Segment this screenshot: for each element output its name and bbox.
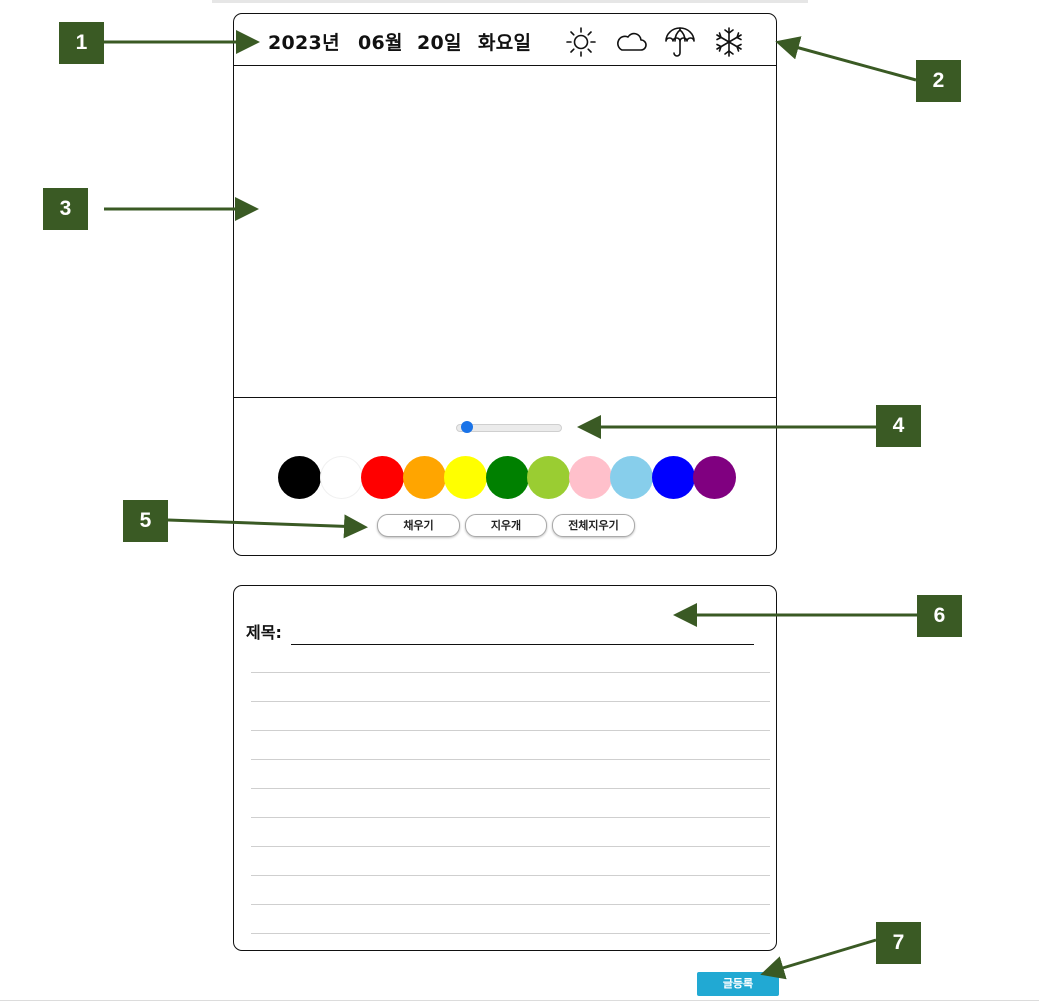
sun-icon[interactable] [564,25,598,59]
snowflake-icon[interactable] [712,25,746,59]
color-swatch[interactable] [651,456,695,499]
title-input[interactable] [291,624,754,645]
date-weather-header: 2023년 06월 20일 화요일 [234,14,776,66]
page-bottom-divider [0,1000,1039,1001]
color-swatch[interactable] [568,456,612,499]
callout-badge-3: 3 [43,188,88,230]
drawing-panel: 2023년 06월 20일 화요일 채우기 지우개 전체지우기 [233,13,777,556]
date-month: 06월 [358,32,403,54]
callout-badge-2: 2 [916,60,961,102]
drawing-canvas[interactable] [234,66,776,398]
callout-badge-5: 5 [123,500,168,542]
umbrella-icon[interactable] [663,25,697,59]
color-swatch[interactable] [527,456,570,499]
callout-badge-6: 6 [917,595,962,637]
color-swatch[interactable] [444,456,487,499]
color-swatch[interactable] [485,456,529,499]
fill-button[interactable]: 채우기 [377,514,460,537]
arrow-2 [775,36,917,82]
color-swatch[interactable] [361,456,404,499]
color-swatch[interactable] [278,456,321,499]
color-swatch[interactable] [402,456,446,499]
arrow-7 [760,938,877,980]
submit-post-button[interactable]: 글등록 [697,972,779,996]
date-year: 2023년 [268,32,340,54]
color-swatch[interactable] [319,456,363,499]
callout-badge-4: 4 [876,405,921,447]
clear-all-button[interactable]: 전체지우기 [552,514,635,537]
writing-panel: 제목: [233,585,777,951]
brush-size-slider-thumb[interactable] [460,421,473,433]
callout-badge-1: 1 [59,22,104,64]
eraser-button[interactable]: 지우개 [465,514,547,537]
date-day: 20일 [417,32,462,54]
color-swatch[interactable] [610,456,653,499]
body-textarea[interactable] [251,660,774,942]
date-weekday: 화요일 [478,32,532,54]
cloud-icon[interactable] [614,25,648,59]
color-swatch[interactable] [693,456,736,499]
callout-badge-7: 7 [876,922,921,964]
title-label: 제목: [246,623,282,642]
top-shadow [212,0,808,3]
